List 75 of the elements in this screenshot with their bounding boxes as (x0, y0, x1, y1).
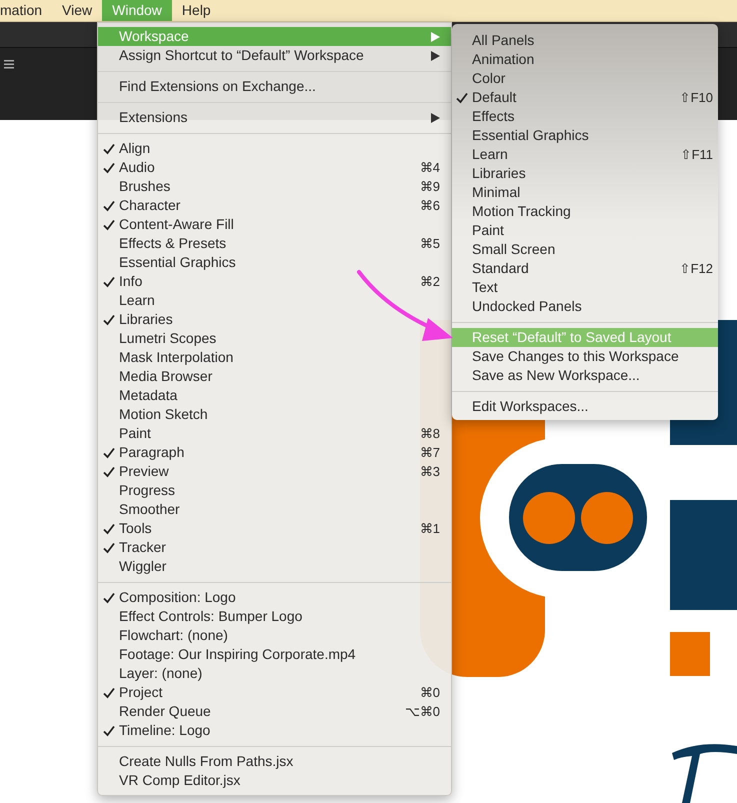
menu-item[interactable]: Find Extensions on Exchange... (98, 76, 316, 97)
menu-item[interactable]: Create Nulls From Paths.jsx (98, 751, 294, 772)
menu-item[interactable]: Metadata (98, 385, 178, 406)
menu-item[interactable]: VR Comp Editor.jsx (98, 770, 240, 791)
menu-item[interactable]: Undocked Panels (452, 296, 582, 317)
menu-item[interactable]: Text (452, 277, 498, 298)
dropdown-menu: All Panels Animation Color Default ⇧F10 Effects Essential Graphics Learn ⇧F11 Libraries Minimal Motion Tracking Paint Small Screen Standard ⇧F12 Text Undocked Panels Reset “Default” to Saved Layout Save Changes to this Workspace Save as New Workspace... Edit Workspaces... (452, 24, 718, 420)
menu-bar-item[interactable]: mation (0, 0, 52, 21)
menu-bar-item[interactable]: View (52, 0, 102, 21)
checkmark-icon (102, 218, 114, 230)
menu-item[interactable]: Tools (98, 518, 152, 539)
menu-item[interactable]: Project (98, 682, 163, 703)
menu-item[interactable]: Standard (452, 258, 529, 279)
menu-item[interactable]: Timeline: Logo (98, 720, 210, 741)
menu-item[interactable]: Lumetri Scopes (98, 328, 216, 349)
submenu-arrow-icon (431, 112, 440, 122)
menu-item[interactable]: Paragraph (98, 442, 184, 463)
menu-item[interactable]: Effect Controls: Bumper Logo (98, 606, 302, 627)
menu-item[interactable]: Small Screen (452, 239, 556, 260)
menu-item[interactable]: Paint (452, 220, 504, 241)
menu-item[interactable]: Learn (98, 290, 155, 311)
checkmark-icon (102, 542, 114, 554)
menu-item[interactable]: Libraries (452, 163, 526, 184)
checkmark-icon (456, 92, 468, 104)
menu-item[interactable]: Layer: (none) (98, 663, 202, 684)
menu-item[interactable]: Footage: Our Inspiring Corporate.mp4 (98, 644, 356, 665)
checkmark-icon (102, 724, 114, 736)
dropdown-menu: Workspace Assign Shortcut to “Default” Workspace Find Extensions on Exchange... Extensions Align Audio ⌘4 Brushes ⌘9 Character ⌘6 Content-Aware Fill Effects & Presets ⌘5 Essential Graphics Info ⌘2 Learn Libraries Lumetri Scopes Mask Interpolation Media Browser Metadata Motion Sketch Paint ⌘8 Paragraph ⌘7 Preview ⌘3 Progress Smoother Tools ⌘1 Tracker Wiggler Composition: Logo Effect Controls: Bumper Logo Flowchart: (none) Footage: Our Inspiring Corporate.mp4 Layer: (none) Project ⌘0 Render Queue ⌥⌘0 Timeline: Logo Create Nulls From Paths.jsx VR Comp Editor.jsx (97, 22, 452, 796)
checkmark-icon (102, 142, 114, 154)
menu-item[interactable]: Assign Shortcut to “Default” Workspace (98, 45, 364, 66)
checkmark-icon (102, 446, 114, 458)
menu-item[interactable]: Edit Workspaces... (452, 396, 588, 417)
menu-item[interactable]: Extensions (98, 107, 188, 128)
menu-item[interactable]: Libraries (98, 309, 173, 330)
checkmark-icon (102, 592, 114, 604)
menu-item[interactable]: Smoother (98, 499, 180, 520)
menu-item[interactable]: Motion Sketch (98, 404, 208, 425)
menu-item[interactable]: Content-Aware Fill (98, 214, 234, 235)
menu-item[interactable]: Paint (98, 423, 151, 444)
menu-item[interactable]: Animation (452, 49, 534, 70)
menu-item[interactable]: Minimal (452, 182, 520, 203)
menu-item[interactable]: Essential Graphics (98, 252, 236, 273)
menu-item[interactable]: Brushes (98, 176, 170, 197)
menu-icon[interactable] (4, 60, 14, 69)
menu-item[interactable]: Flowchart: (none) (98, 625, 228, 646)
menu-item[interactable]: Wiggler (98, 556, 166, 577)
menu-item[interactable]: Color (452, 68, 506, 89)
checkmark-icon (102, 686, 114, 698)
menu-item[interactable]: Essential Graphics (452, 125, 589, 146)
menu-item[interactable]: Default (452, 87, 516, 108)
menu-item[interactable]: Align (98, 138, 150, 159)
menu-item[interactable]: Motion Tracking (452, 201, 571, 222)
menu-item[interactable]: Save Changes to this Workspace (452, 346, 679, 367)
menu-item[interactable]: Render Queue (98, 701, 211, 722)
menu-item[interactable]: Progress (98, 480, 176, 501)
menu-item[interactable]: All Panels (452, 30, 534, 51)
checkmark-icon (102, 200, 114, 212)
menu-item[interactable]: Learn (452, 144, 508, 165)
menu-item[interactable]: Preview (98, 461, 169, 482)
menu-item[interactable]: Effects (452, 106, 515, 127)
checkmark-icon (102, 522, 114, 534)
menu-item[interactable]: Info (98, 271, 142, 292)
menu-item[interactable]: Character (98, 195, 180, 216)
menu-item[interactable]: Media Browser (98, 366, 212, 387)
checkmark-icon (102, 314, 114, 326)
menu-item[interactable]: Audio (98, 157, 155, 178)
checkmark-icon (102, 162, 114, 174)
menu-item[interactable]: Effects & Presets (98, 233, 226, 254)
menu-item[interactable]: Tracker (98, 537, 166, 558)
menu-bar-item[interactable]: Help (172, 0, 221, 21)
menu-item[interactable]: Mask Interpolation (98, 347, 234, 368)
menu-item[interactable]: Save as New Workspace... (452, 365, 640, 386)
checkmark-icon (102, 276, 114, 288)
menu-item[interactable]: Composition: Logo (98, 587, 236, 608)
checkmark-icon (102, 466, 114, 478)
